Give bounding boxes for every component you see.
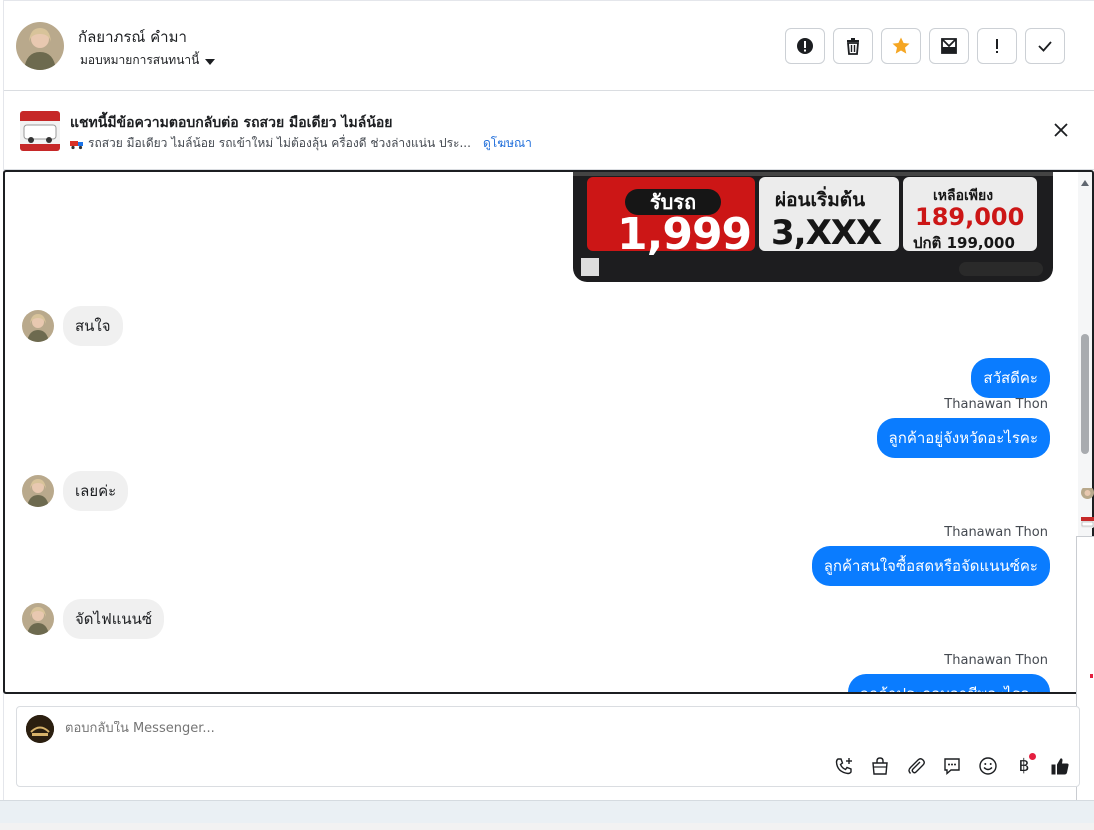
incoming-message: สนใจ	[22, 306, 123, 346]
saved-replies-button[interactable]	[939, 753, 965, 779]
incoming-message: เลยค่ะ	[22, 471, 129, 511]
conversation-header: กัลยาภรณ์ คำมา มอบหมายการสนทนานี้	[4, 0, 1094, 91]
paperclip-icon	[908, 758, 925, 774]
outgoing-message: ลูกค้าประกอบอาชีพอะไรคะ	[847, 674, 1050, 692]
message-thread[interactable]: รับรถ 1,999 ผ่อนเริ่มต้น 3,XXX เหลือเพีย…	[3, 170, 1094, 694]
contact-avatar[interactable]	[16, 22, 64, 70]
like-button[interactable]	[1047, 753, 1073, 779]
promo-installment-label: ผ่อนเริ่มต้น	[775, 189, 866, 211]
scrollbar-thumb[interactable]	[1081, 334, 1089, 454]
star-button[interactable]	[881, 28, 921, 64]
outgoing-message: ลูกค้าอยู่จังหวัดอะไรคะ	[876, 418, 1050, 458]
follow-up-button[interactable]	[977, 28, 1017, 64]
side-ad-thumbnail[interactable]	[1081, 515, 1094, 528]
inbox-conversation-view: กัลยาภรณ์ คำมา มอบหมายการสนทนานี้ แชทนี้…	[0, 0, 1094, 830]
phone-plus-icon	[835, 758, 852, 775]
promo-price-value: 189,000	[915, 203, 1025, 231]
qr-code-icon	[581, 258, 599, 276]
mark-done-button[interactable]	[1025, 28, 1065, 64]
reply-composer: ฿	[16, 706, 1080, 787]
trash-icon	[847, 38, 859, 55]
saved-reply-icon	[944, 758, 960, 776]
truck-icon	[70, 140, 83, 149]
contact-avatar-small[interactable]	[22, 475, 54, 507]
promo-installment-value: 3,XXX	[771, 213, 882, 253]
outgoing-message: สวัสดีคะ	[971, 358, 1050, 398]
ad-subtitle-row: รถสวย มือเดียว ไมล์น้อย รถเข้าใหม่ ไม่ต้…	[70, 134, 532, 153]
message-bubble[interactable]: สนใจ	[63, 306, 123, 346]
promo-image-message[interactable]: รับรถ 1,999 ผ่อนเริ่มต้น 3,XXX เหลือเพีย…	[573, 172, 1053, 282]
sender-name: Thanawan Thon	[944, 525, 1048, 540]
exclamation-icon	[996, 39, 998, 53]
ad-title: แชทนี้มีข้อความตอบกลับต่อ รถสวย มือเดียว…	[70, 115, 393, 131]
caret-down-icon	[205, 58, 216, 65]
promo-down-value: 1,999	[617, 209, 752, 260]
baht-icon: ฿	[1018, 756, 1030, 776]
message-bubble[interactable]: สวัสดีคะ	[971, 358, 1050, 398]
report-spam-button[interactable]	[785, 28, 825, 64]
sender-name: Thanawan Thon	[944, 397, 1048, 412]
delete-button[interactable]	[833, 28, 873, 64]
ad-context-banner: แชทนี้มีข้อความตอบกลับต่อ รถสวย มือเดียว…	[4, 92, 1094, 170]
reply-input[interactable]	[65, 721, 765, 736]
header-actions	[785, 28, 1065, 64]
message-bubble[interactable]: จัดไฟแนนซ์	[63, 599, 165, 639]
outgoing-message: ลูกค้าสนใจซื้อสดหรือจัดแนนซ์คะ	[811, 546, 1050, 586]
incoming-message: จัดไฟแนนซ์	[22, 599, 165, 639]
message-bubble[interactable]: ลูกค้าสนใจซื้อสดหรือจัดแนนซ์คะ	[811, 546, 1050, 586]
message-bubble[interactable]: ลูกค้าอยู่จังหวัดอะไรคะ	[876, 418, 1050, 458]
composer-toolbar: ฿	[831, 753, 1073, 779]
emoji-icon	[979, 757, 997, 775]
attach-button[interactable]	[903, 753, 929, 779]
call-button[interactable]	[831, 753, 857, 779]
ad-subtitle: รถสวย มือเดียว ไมล์น้อย รถเข้าใหม่ ไม่ต้…	[88, 136, 471, 150]
notification-dot	[1090, 674, 1093, 678]
payment-button[interactable]: ฿	[1011, 753, 1037, 779]
dealer-logo	[959, 262, 1043, 276]
contact-name[interactable]: กัลยาภรณ์ คำมา	[78, 25, 187, 49]
envelope-icon	[941, 38, 957, 54]
bottom-edge	[0, 823, 1094, 830]
scroll-up-arrow-icon[interactable]	[1081, 180, 1089, 186]
star-icon	[892, 37, 910, 54]
notification-dot	[1029, 753, 1036, 760]
emoji-button[interactable]	[975, 753, 1001, 779]
message-bubble[interactable]: เลยค่ะ	[63, 471, 129, 511]
close-icon[interactable]	[1052, 121, 1070, 139]
promo-down-payment-box: รับรถ 1,999	[587, 177, 755, 260]
check-icon	[1038, 41, 1052, 52]
shopping-bag-icon	[872, 757, 888, 775]
assign-label: มอบหมายการสนทนานี้	[80, 53, 200, 67]
promo-price-box: เหลือเพียง 189,000 ปกติ 199,000	[903, 177, 1037, 252]
mark-unread-button[interactable]	[929, 28, 969, 64]
promo-top-strip	[573, 172, 1053, 176]
contact-avatar-small[interactable]	[22, 603, 54, 635]
side-contact-avatar[interactable]	[1081, 486, 1094, 499]
contact-avatar-small[interactable]	[22, 310, 54, 342]
promo-installment-box: ผ่อนเริ่มต้น 3,XXX	[759, 177, 899, 253]
promo-normal-price: ปกติ 199,000	[913, 234, 1015, 252]
assign-conversation-dropdown[interactable]: มอบหมายการสนทนานี้	[80, 51, 216, 70]
sender-name: Thanawan Thon	[944, 653, 1048, 668]
shop-button[interactable]	[867, 753, 893, 779]
view-ad-link[interactable]: ดูโฆษณา	[483, 134, 532, 153]
alert-circle-icon	[797, 38, 813, 54]
message-bubble[interactable]: ลูกค้าประกอบอาชีพอะไรคะ	[847, 674, 1050, 692]
page-avatar	[26, 715, 54, 743]
like-icon	[1051, 758, 1069, 775]
ad-thumbnail[interactable]	[20, 111, 60, 151]
